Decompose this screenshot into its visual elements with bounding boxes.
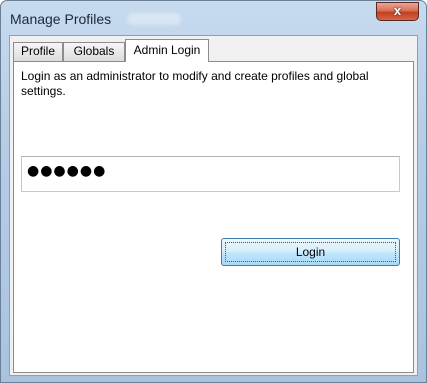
dialog-client-area: Profile Globals Admin Login Login as an … [9, 35, 418, 376]
tab-admin-login[interactable]: Admin Login [125, 39, 209, 62]
admin-login-panel: Login as an administrator to modify and … [13, 61, 414, 373]
password-field[interactable]: ●●●●●● [21, 156, 400, 192]
login-instructions: Login as an administrator to modify and … [21, 69, 369, 98]
close-button[interactable]: x [376, 2, 419, 21]
window-title: Manage Profiles [10, 11, 112, 27]
manage-profiles-window: Manage Profiles x Profile Globals Admin … [0, 0, 427, 383]
title-bar-blur [127, 13, 181, 25]
close-icon: x [393, 3, 402, 18]
login-button[interactable]: Login [221, 238, 400, 266]
tab-globals[interactable]: Globals [63, 42, 125, 61]
tab-profile[interactable]: Profile [13, 42, 63, 61]
title-bar[interactable]: Manage Profiles x [1, 1, 426, 35]
